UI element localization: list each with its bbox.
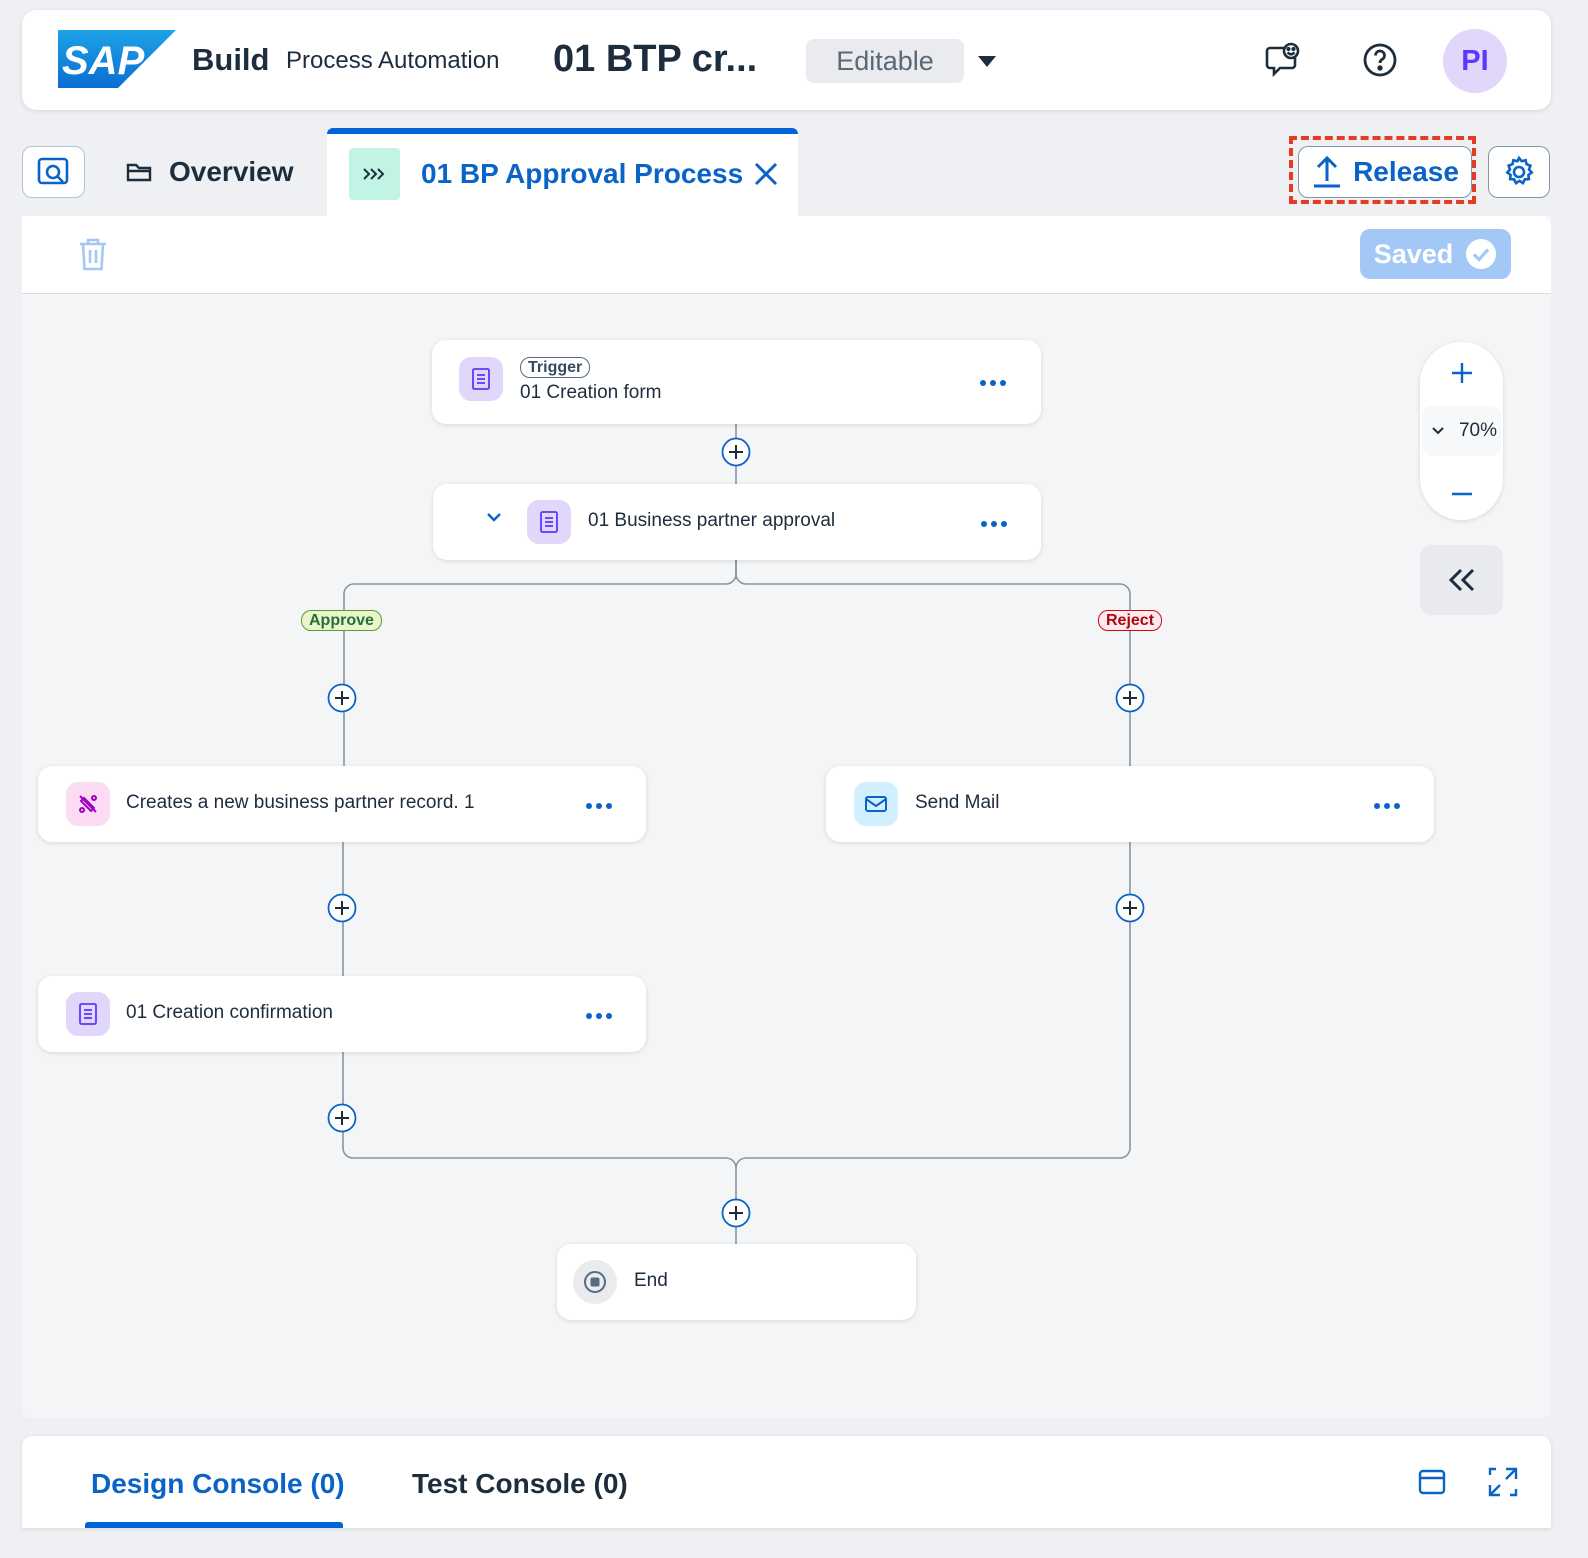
send-mail-node[interactable]: Send Mail xyxy=(826,766,1434,842)
search-icon xyxy=(37,157,68,185)
feedback-icon[interactable] xyxy=(1264,40,1304,80)
form-icon xyxy=(66,992,110,1036)
tab-process-label: 01 BP Approval Process xyxy=(421,158,744,189)
add-step-button[interactable] xyxy=(721,1198,751,1228)
approval-label: 01 Business partner approval xyxy=(588,510,836,531)
check-circle-icon xyxy=(1466,239,1497,269)
release-label: Release xyxy=(1353,156,1459,187)
tab-overview-label: Overview xyxy=(169,156,294,187)
more-options-icon[interactable] xyxy=(1372,798,1402,809)
active-tab-indicator xyxy=(85,1522,343,1528)
add-step-button[interactable] xyxy=(1115,893,1145,923)
trigger-tag: Trigger xyxy=(520,357,591,378)
fullscreen-icon[interactable] xyxy=(1487,1466,1519,1498)
double-chevron-left-icon xyxy=(1448,568,1474,592)
trash-icon[interactable] xyxy=(78,236,108,272)
product-subtitle: Process Automation xyxy=(286,47,500,74)
zoom-out-icon[interactable] xyxy=(1449,484,1475,496)
create-bp-node[interactable]: Creates a new business partner record. 1 xyxy=(38,766,646,842)
stop-icon xyxy=(573,1260,617,1304)
end-node[interactable]: End xyxy=(557,1244,916,1320)
add-step-button[interactable] xyxy=(327,1103,357,1133)
zoom-level-value: 70% xyxy=(1458,420,1497,441)
add-step-button[interactable] xyxy=(327,683,357,713)
zoom-controls: 70% xyxy=(1420,342,1503,520)
product-title: Build xyxy=(192,42,270,77)
action-icon xyxy=(66,782,110,826)
confirmation-label: 01 Creation confirmation xyxy=(126,1002,333,1023)
form-icon xyxy=(527,500,571,544)
folder-icon xyxy=(126,163,152,182)
tab-process[interactable]: 01 BP Approval Process xyxy=(327,128,798,216)
console-panel: Design Console (0) Test Console (0) xyxy=(22,1436,1551,1528)
search-objects-button[interactable] xyxy=(22,146,85,198)
tab-overview[interactable]: Overview xyxy=(125,150,294,194)
more-options-icon[interactable] xyxy=(584,1008,614,1019)
more-options-icon[interactable] xyxy=(978,375,1008,386)
chevron-down-icon[interactable] xyxy=(485,510,503,524)
project-title: 01 BTP cr... xyxy=(553,38,758,80)
saved-status: Saved xyxy=(1360,229,1511,279)
caret-down-icon[interactable] xyxy=(972,50,1002,72)
more-options-icon[interactable] xyxy=(584,798,614,809)
expand-side-panel-button[interactable] xyxy=(1420,545,1503,615)
add-step-button[interactable] xyxy=(1115,683,1145,713)
release-button[interactable]: Release xyxy=(1298,146,1472,198)
help-icon[interactable] xyxy=(1360,40,1400,80)
chevron-down-icon xyxy=(1432,427,1444,435)
upload-icon xyxy=(1314,155,1341,188)
sap-logo-text: SAP xyxy=(62,39,145,83)
confirmation-node[interactable]: 01 Creation confirmation xyxy=(38,976,646,1052)
shell-bar: SAP Build Process Automation 01 BTP cr..… xyxy=(22,10,1551,110)
sap-logo[interactable]: SAP xyxy=(58,30,176,93)
create-bp-label: Creates a new business partner record. 1 xyxy=(126,792,475,813)
trigger-label: 01 Creation form xyxy=(520,382,662,403)
mail-icon xyxy=(854,782,898,826)
panel-layout-icon[interactable] xyxy=(1418,1468,1446,1496)
saved-label: Saved xyxy=(1373,238,1454,269)
tab-design-console[interactable]: Design Console (0) xyxy=(91,1468,345,1500)
settings-button[interactable] xyxy=(1488,146,1550,198)
approval-node[interactable]: 01 Business partner approval xyxy=(433,484,1041,560)
tab-test-console[interactable]: Test Console (0) xyxy=(412,1468,628,1500)
add-step-button[interactable] xyxy=(327,893,357,923)
user-avatar[interactable]: PI xyxy=(1443,29,1507,93)
form-icon xyxy=(459,357,503,401)
editable-status-button[interactable]: Editable xyxy=(806,39,964,83)
gear-icon xyxy=(1505,155,1534,185)
add-step-button[interactable] xyxy=(721,437,751,467)
send-mail-label: Send Mail xyxy=(915,792,1000,813)
end-label: End xyxy=(634,1270,668,1291)
more-options-icon[interactable] xyxy=(979,516,1009,527)
zoom-level-select[interactable]: 70% xyxy=(1422,406,1501,456)
branch-tag-reject: Reject xyxy=(1098,610,1163,631)
trigger-node[interactable]: Trigger 01 Creation form xyxy=(432,340,1041,424)
branch-tag-approve: Approve xyxy=(301,610,382,631)
editor-toolbar: Saved xyxy=(22,216,1551,294)
process-icon xyxy=(349,148,400,200)
close-icon[interactable] xyxy=(752,160,780,188)
zoom-in-icon[interactable] xyxy=(1449,360,1475,386)
